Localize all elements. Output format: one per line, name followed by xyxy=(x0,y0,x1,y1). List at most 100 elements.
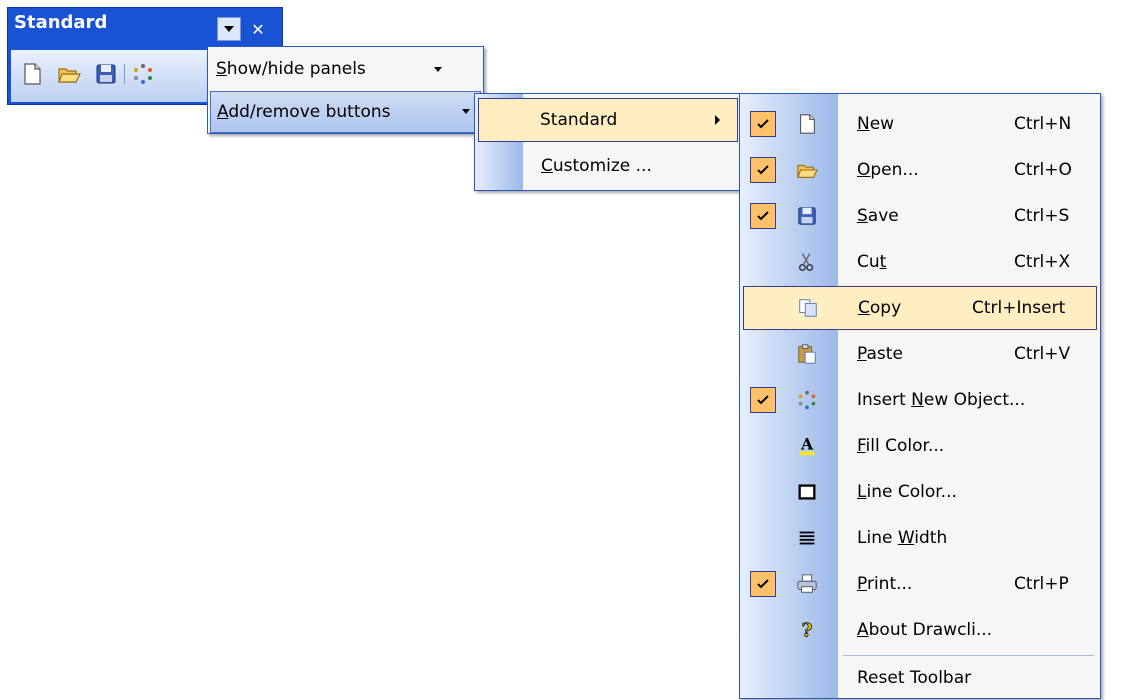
chevron-down-icon xyxy=(224,26,234,32)
label-prefix: Insert xyxy=(857,390,912,410)
toolbar-options-menu: Show/hide panels Add/remove buttons xyxy=(207,46,484,134)
menu-item-label: Open... xyxy=(857,160,919,180)
svg-text:?: ? xyxy=(802,620,813,641)
menu-item-reset-toolbar[interactable]: Reset Toolbar xyxy=(740,656,1100,700)
submenu-item-standard[interactable]: Standard xyxy=(478,98,738,142)
toolbar-button-strip xyxy=(11,50,215,102)
save-disk-icon xyxy=(794,203,820,229)
chevron-right-icon xyxy=(715,115,720,125)
label-accelerator: P xyxy=(857,344,867,364)
label-rest: ine Color... xyxy=(866,482,957,502)
label-rest: aste xyxy=(866,344,903,364)
toolbar-options-button[interactable] xyxy=(217,17,241,41)
close-button[interactable]: ✕ xyxy=(246,17,270,41)
menu-item-about[interactable]: ? About Drawcli... xyxy=(740,608,1100,652)
label-accelerator: A xyxy=(857,620,869,640)
menu-item-save[interactable]: Save Ctrl+S xyxy=(740,194,1100,238)
label-rest: ew Object... xyxy=(923,390,1026,410)
label-rest: idth xyxy=(914,528,948,548)
shortcut-label: Ctrl+O xyxy=(1014,160,1072,180)
new-icon[interactable] xyxy=(20,62,44,86)
menu-item-label: Add/remove buttons xyxy=(217,102,391,122)
checkmark-icon xyxy=(750,111,776,137)
menu-item-label: Fill Color... xyxy=(857,436,944,456)
label-rest: ill Color... xyxy=(865,436,945,456)
label-rest: ew xyxy=(869,114,895,134)
menu-item-label: Insert New Object... xyxy=(857,390,1025,410)
menu-item-label: Customize ... xyxy=(541,156,652,176)
label-prefix: Cu xyxy=(857,252,880,272)
standard-buttons-menu: New Ctrl+N Open... Ctrl+O Save Ctrl+S Cu… xyxy=(739,93,1101,699)
checkmark-icon xyxy=(750,387,776,413)
new-icon xyxy=(794,111,820,137)
label-accelerator: A xyxy=(217,102,229,122)
scissors-icon xyxy=(794,249,820,275)
label-rest: opy xyxy=(869,298,902,318)
menu-item-paste[interactable]: Paste Ctrl+V xyxy=(740,332,1100,376)
label-rest: bout Drawcli... xyxy=(868,620,993,640)
chevron-down-icon xyxy=(462,109,470,114)
menu-item-label: Standard xyxy=(540,110,618,130)
menu-item-new[interactable]: New Ctrl+N xyxy=(740,102,1100,146)
label-rest: ustomize ... xyxy=(552,156,652,176)
menu-item-insert-new-object[interactable]: Insert New Object... xyxy=(740,378,1100,422)
toolbar-divider xyxy=(124,64,125,84)
shortcut-label: Ctrl+P xyxy=(1014,574,1069,594)
open-folder-icon xyxy=(794,157,820,183)
svg-text:A: A xyxy=(800,435,814,454)
label-accelerator: S xyxy=(216,59,227,79)
shortcut-label: Ctrl+Insert xyxy=(972,298,1066,318)
menu-item-label: Line Width xyxy=(857,528,947,548)
menu-item-label: Save xyxy=(857,206,899,226)
submenu-item-customize[interactable]: Customize ... xyxy=(475,144,741,188)
label-accelerator: O xyxy=(857,160,871,180)
help-question-icon: ? xyxy=(794,617,820,643)
label-accelerator: N xyxy=(857,114,870,134)
menu-item-label: New xyxy=(857,114,894,134)
shortcut-label: Ctrl+S xyxy=(1014,206,1070,226)
label-rest: dd/remove buttons xyxy=(228,102,391,122)
line-width-icon xyxy=(794,525,820,551)
printer-icon xyxy=(794,571,820,597)
fill-color-icon: A xyxy=(794,433,820,459)
menu-item-label: Cut xyxy=(857,252,886,272)
shortcut-label: Ctrl+N xyxy=(1014,114,1072,134)
paste-icon xyxy=(794,341,820,367)
menu-item-print[interactable]: Print... Ctrl+P xyxy=(740,562,1100,606)
menu-item-label: Line Color... xyxy=(857,482,957,502)
checkmark-icon xyxy=(750,203,776,229)
chevron-down-icon xyxy=(434,67,442,72)
label-accelerator: F xyxy=(857,436,866,456)
menu-item-add-remove-buttons[interactable]: Add/remove buttons xyxy=(210,91,481,133)
label-accelerator: C xyxy=(541,156,553,176)
insert-object-icon xyxy=(794,387,820,413)
label-accelerator: S xyxy=(857,206,868,226)
checkmark-icon xyxy=(750,571,776,597)
checkmark-icon xyxy=(750,157,776,183)
shortcut-label: Ctrl+X xyxy=(1014,252,1071,272)
line-color-icon xyxy=(794,479,820,505)
label-accelerator: P xyxy=(857,574,867,594)
menu-item-line-width[interactable]: Line Width xyxy=(740,516,1100,560)
label-accelerator: C xyxy=(858,298,870,318)
insert-object-icon[interactable] xyxy=(131,62,155,86)
menu-item-line-color[interactable]: Line Color... xyxy=(740,470,1100,514)
close-icon: ✕ xyxy=(251,19,265,39)
add-remove-submenu: Standard Customize ... xyxy=(474,93,742,191)
menu-item-cut[interactable]: Cut Ctrl+X xyxy=(740,240,1100,284)
label-rest: pen... xyxy=(870,160,919,180)
menu-item-label: Paste xyxy=(857,344,903,364)
menu-item-show-hide-panels[interactable]: Show/hide panels xyxy=(208,47,483,91)
menu-item-open[interactable]: Open... Ctrl+O xyxy=(740,148,1100,192)
label-prefix: Line xyxy=(857,528,898,548)
menu-item-label: Copy xyxy=(858,298,901,318)
open-folder-icon[interactable] xyxy=(57,62,81,86)
menu-item-label: Print... xyxy=(857,574,912,594)
save-disk-icon[interactable] xyxy=(94,62,118,86)
menu-item-copy[interactable]: Copy Ctrl+Insert xyxy=(743,286,1097,330)
label-accelerator: t xyxy=(879,252,887,272)
menu-item-label: Show/hide panels xyxy=(216,59,366,79)
copy-icon xyxy=(795,295,821,321)
menu-item-fill-color[interactable]: A Fill Color... xyxy=(740,424,1100,468)
label-rest: rint... xyxy=(866,574,913,594)
